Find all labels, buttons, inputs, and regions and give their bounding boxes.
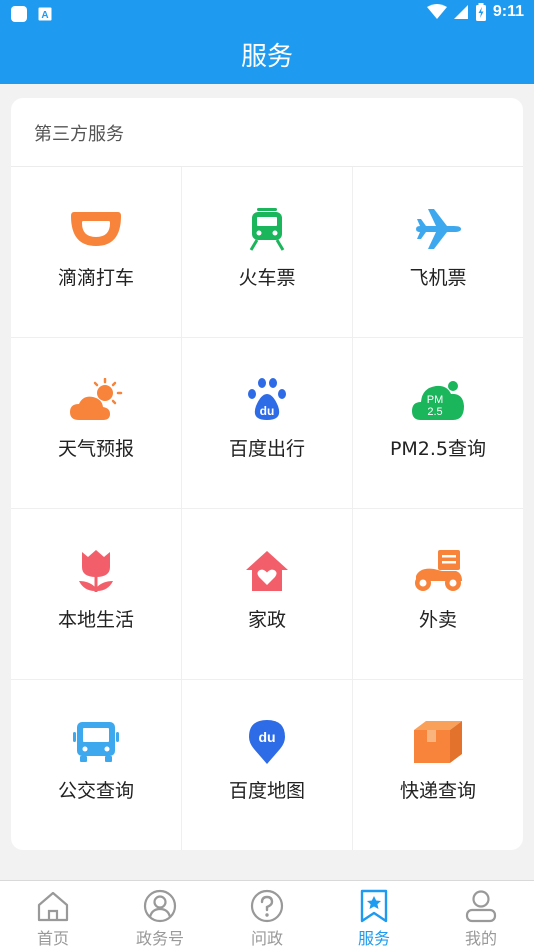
tab-home[interactable]: 首页 bbox=[0, 881, 106, 950]
pm25-cloud-icon: PM 2.5 bbox=[410, 376, 466, 424]
service-label: 家政 bbox=[247, 609, 286, 631]
status-bar: A 9:11 bbox=[0, 0, 534, 28]
question-icon bbox=[250, 889, 284, 923]
service-label: 百度地图 bbox=[228, 780, 305, 802]
baidu-paw-glyph: du bbox=[260, 404, 275, 418]
airplane-icon bbox=[410, 205, 466, 253]
service-local-life[interactable]: 本地生活 bbox=[11, 509, 182, 680]
package-box-icon bbox=[410, 718, 466, 766]
bottom-tab-bar: 首页 政务号 问政 服务 我的 bbox=[0, 880, 534, 950]
battery-charging-icon bbox=[475, 3, 486, 21]
tab-mine[interactable]: 我的 bbox=[428, 881, 534, 950]
service-takeout[interactable]: 外卖 bbox=[353, 509, 523, 680]
service-housekeeping[interactable]: 家政 bbox=[182, 509, 353, 680]
service-bus-query[interactable]: 公交查询 bbox=[11, 680, 182, 850]
service-baidu-travel[interactable]: du 百度出行 bbox=[182, 338, 353, 509]
tab-label: 首页 bbox=[36, 929, 69, 948]
signal-icon bbox=[453, 5, 468, 19]
service-label: 百度出行 bbox=[228, 438, 305, 460]
pm25-bottom-text: 2.5 bbox=[427, 406, 442, 418]
service-weather[interactable]: 天气预报 bbox=[11, 338, 182, 509]
bus-icon bbox=[68, 718, 124, 766]
baidu-paw-icon: du bbox=[239, 376, 295, 424]
app-notification-icon bbox=[11, 6, 27, 22]
tab-label: 问政 bbox=[250, 929, 283, 948]
service-train-ticket[interactable]: 火车票 bbox=[182, 167, 353, 338]
tab-label: 我的 bbox=[464, 929, 497, 948]
tab-label: 服务 bbox=[357, 929, 390, 948]
tab-government-account[interactable]: 政务号 bbox=[107, 881, 213, 950]
third-party-services-card: 第三方服务 滴滴打车 火车票 飞机票 天气预报 du 百度出行 PM 2.5 P… bbox=[11, 98, 523, 850]
didi-icon bbox=[68, 205, 124, 253]
home-icon bbox=[37, 891, 69, 922]
wifi-icon bbox=[426, 4, 447, 19]
house-heart-icon bbox=[239, 547, 295, 595]
account-circle-icon bbox=[143, 889, 177, 923]
app-header: 服务 bbox=[0, 28, 534, 84]
service-label: 火车票 bbox=[238, 267, 296, 289]
service-pm25[interactable]: PM 2.5 PM2.5查询 bbox=[353, 338, 523, 509]
baidu-map-glyph: du bbox=[258, 729, 275, 745]
keyboard-notification-glyph: A bbox=[41, 10, 48, 21]
tab-inquiry[interactable]: 问政 bbox=[214, 881, 320, 950]
service-flight-ticket[interactable]: 飞机票 bbox=[353, 167, 523, 338]
train-icon bbox=[239, 205, 295, 253]
status-time: 9:11 bbox=[492, 3, 524, 20]
tab-label: 政务号 bbox=[135, 929, 184, 948]
pm25-top-text: PM bbox=[427, 394, 444, 406]
user-icon bbox=[465, 890, 497, 923]
tulip-icon bbox=[68, 547, 124, 595]
delivery-scooter-icon bbox=[410, 547, 466, 595]
keyboard-notification-icon: A bbox=[38, 7, 52, 21]
service-label: 滴滴打车 bbox=[57, 267, 134, 289]
section-title: 第三方服务 bbox=[34, 124, 124, 145]
service-didi[interactable]: 滴滴打车 bbox=[11, 167, 182, 338]
bookmark-star-icon bbox=[360, 889, 388, 923]
service-grid: 滴滴打车 火车票 飞机票 天气预报 du 百度出行 PM 2.5 PM2.5查询… bbox=[11, 167, 523, 850]
service-label: 飞机票 bbox=[409, 267, 467, 289]
service-baidu-map[interactable]: du 百度地图 bbox=[182, 680, 353, 850]
service-express-query[interactable]: 快递查询 bbox=[353, 680, 523, 850]
service-label: PM2.5查询 bbox=[389, 438, 487, 460]
service-label: 本地生活 bbox=[57, 609, 134, 631]
service-label: 外卖 bbox=[418, 609, 457, 631]
service-label: 公交查询 bbox=[57, 780, 134, 802]
service-label: 天气预报 bbox=[57, 438, 134, 460]
baidu-map-pin-icon: du bbox=[239, 718, 295, 766]
page-title: 服务 bbox=[240, 42, 293, 72]
tab-services[interactable]: 服务 bbox=[321, 881, 427, 950]
service-label: 快递查询 bbox=[399, 780, 476, 802]
weather-icon bbox=[68, 376, 124, 424]
